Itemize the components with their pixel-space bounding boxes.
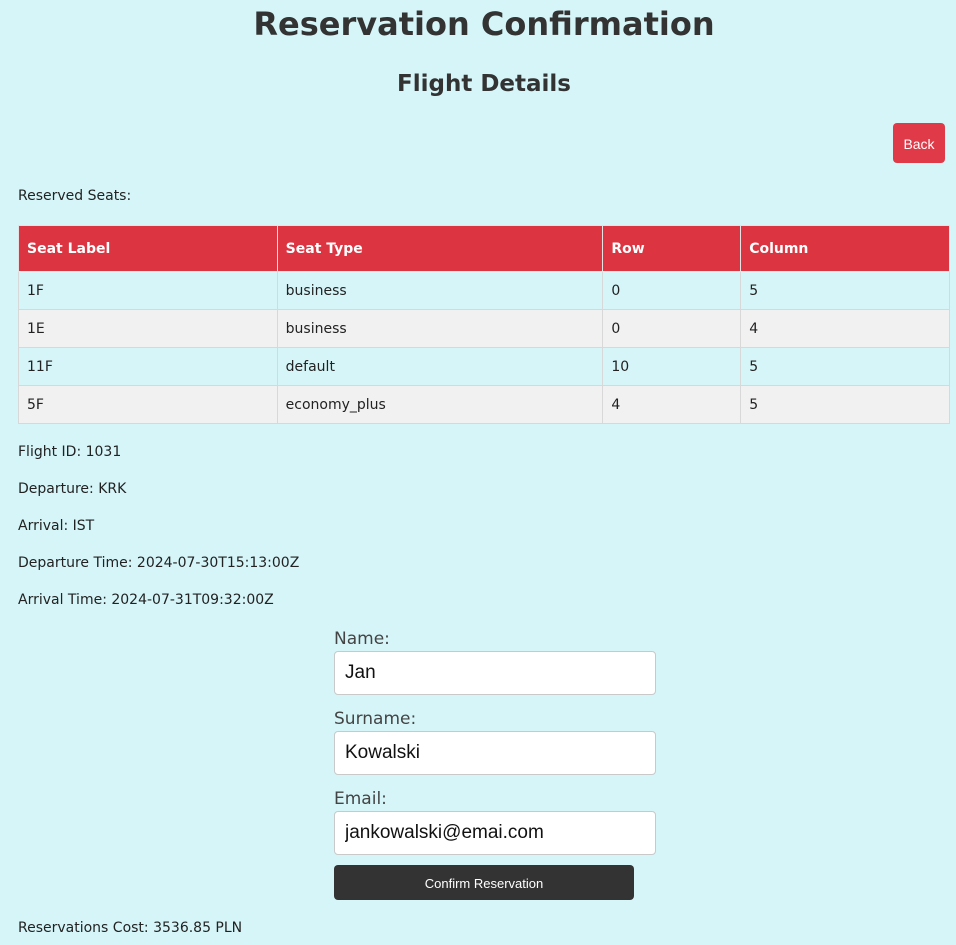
email-input[interactable]	[334, 811, 656, 855]
seat-type-cell: business	[276, 309, 604, 348]
table-row: 1F business 0 5	[18, 271, 950, 310]
seat-column-cell: 5	[740, 385, 950, 424]
reservations-cost-text: Reservations Cost: 3536.85 PLN	[18, 920, 243, 936]
arrival-time-text: Arrival Time: 2024-07-31T09:32:00Z	[18, 592, 274, 608]
table-row: 11F default 10 5	[18, 347, 950, 386]
seat-column-cell: 4	[740, 309, 950, 348]
column-header-row[interactable]: Row	[602, 225, 742, 272]
column-header-seat-type[interactable]: Seat Type	[276, 225, 604, 272]
seat-type-cell: business	[276, 271, 604, 310]
section-title: Flight Details	[397, 71, 571, 97]
table-row: 1E business 0 4	[18, 309, 950, 348]
name-input[interactable]	[334, 651, 656, 695]
surname-input[interactable]	[334, 731, 656, 775]
arrival-text: Arrival: IST	[18, 518, 95, 534]
table-header-row: Seat Label Seat Type Row Column	[18, 225, 950, 272]
seat-type-cell: default	[276, 347, 604, 386]
departure-time-text: Departure Time: 2024-07-30T15:13:00Z	[18, 555, 300, 571]
confirm-reservation-button[interactable]: Confirm Reservation	[334, 865, 634, 900]
seat-row-cell: 0	[602, 271, 742, 310]
column-header-seat-label[interactable]: Seat Label	[18, 225, 278, 272]
seat-label-cell: 1F	[18, 271, 278, 310]
reserved-seats-table: Seat Label Seat Type Row Column 1F busin…	[18, 225, 950, 424]
seat-row-cell: 4	[602, 385, 742, 424]
reserved-seats-label: Reserved Seats:	[18, 188, 132, 204]
seat-row-cell: 10	[602, 347, 742, 386]
seat-column-cell: 5	[740, 347, 950, 386]
table-row: 5F economy_plus 4 5	[18, 385, 950, 424]
departure-text: Departure: KRK	[18, 481, 127, 497]
page-title: Reservation Confirmation	[253, 5, 715, 43]
seat-label-cell: 1E	[18, 309, 278, 348]
flight-id-text: Flight ID: 1031	[18, 444, 122, 460]
surname-label: Surname:	[334, 709, 417, 729]
back-button[interactable]: Back	[893, 123, 945, 163]
name-label: Name:	[334, 629, 390, 649]
seat-row-cell: 0	[602, 309, 742, 348]
seat-column-cell: 5	[740, 271, 950, 310]
seat-type-cell: economy_plus	[276, 385, 604, 424]
email-label: Email:	[334, 789, 387, 809]
column-header-column[interactable]: Column	[740, 225, 950, 272]
seat-label-cell: 11F	[18, 347, 278, 386]
seat-label-cell: 5F	[18, 385, 278, 424]
